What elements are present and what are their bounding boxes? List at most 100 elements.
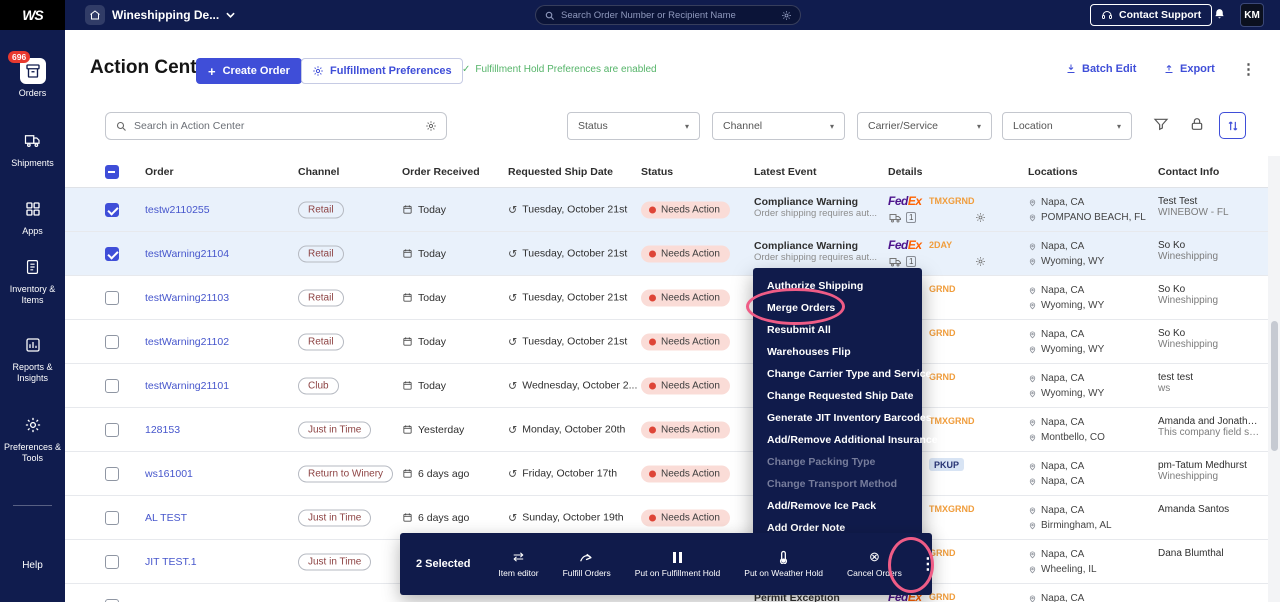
row-settings-gear-icon[interactable]: [975, 256, 986, 267]
order-link[interactable]: JIT TEST.1: [145, 556, 197, 568]
requested-ship-date-cell: ↺ Tuesday, October 21st: [508, 247, 627, 260]
menu-item-resubmit-all[interactable]: Resubmit All: [753, 319, 922, 341]
sidebar-item-inventory-items[interactable]: Inventory & Items: [0, 254, 65, 306]
row-checkbox[interactable]: [105, 467, 119, 481]
order-link[interactable]: testWarning21102: [145, 336, 229, 348]
channel-filter-dropdown[interactable]: Channel▾: [712, 112, 845, 140]
global-search-input[interactable]: [561, 10, 775, 21]
menu-item-add-remove-ice-pack[interactable]: Add/Remove Ice Pack: [753, 495, 922, 517]
row-checkbox[interactable]: [105, 423, 119, 437]
action-center-search-input[interactable]: [134, 120, 418, 132]
sidebar-item-orders[interactable]: 696 Orders: [0, 58, 65, 99]
row-checkbox[interactable]: [105, 555, 119, 569]
scrollbar-thumb[interactable]: [1271, 321, 1278, 451]
location-filter-dropdown[interactable]: Location▾: [1002, 112, 1132, 140]
status-badge: Needs Action: [641, 289, 730, 306]
sort-toggle-button[interactable]: [1219, 112, 1246, 139]
company-name: Wineshipping De...: [112, 8, 219, 22]
sidebar-item-help[interactable]: Help: [0, 560, 65, 571]
row-checkbox[interactable]: [105, 511, 119, 525]
location-pin-icon: [1028, 593, 1037, 602]
item-editor-button[interactable]: ⇄Item editor: [486, 550, 550, 578]
create-order-button[interactable]: + Create Order: [196, 58, 302, 84]
search-settings-icon[interactable]: [781, 10, 792, 21]
column-header-status[interactable]: Status: [641, 166, 673, 178]
company-selector[interactable]: Wineshipping De...: [85, 4, 235, 26]
order-received-cell: Today: [402, 204, 446, 216]
gear-icon: [312, 65, 324, 77]
order-link[interactable]: testWarning21101: [145, 380, 229, 392]
row-checkbox[interactable]: [105, 335, 119, 349]
column-header-requested-ship-date[interactable]: Requested Ship Date: [508, 166, 613, 178]
more-actions-button[interactable]: ⋮: [914, 554, 942, 574]
order-link[interactable]: testWarning21104: [145, 248, 229, 260]
select-all-checkbox[interactable]: [105, 165, 119, 179]
order-link[interactable]: AL TEST: [145, 512, 187, 524]
row-settings-gear-icon[interactable]: [975, 212, 986, 223]
sidebar-item-preferences-tools[interactable]: Preferences & Tools: [0, 412, 65, 464]
apps-icon: [20, 196, 46, 222]
sidebar-item-shipments[interactable]: Shipments: [0, 128, 65, 169]
search-settings-icon[interactable]: [425, 120, 437, 132]
order-link[interactable]: ws161001: [145, 468, 193, 480]
row-checkbox[interactable]: [105, 203, 119, 217]
order-received-cell: 6 days ago: [402, 468, 469, 480]
row-checkbox[interactable]: [105, 379, 119, 393]
sidebar-item-apps[interactable]: Apps: [0, 196, 65, 237]
lock-icon[interactable]: [1189, 116, 1205, 137]
channel-pill: Retail: [298, 289, 344, 306]
action-center-search[interactable]: [105, 112, 447, 140]
put-on-weather-hold-button[interactable]: Put on Weather Hold: [732, 550, 835, 578]
column-header-locations[interactable]: Locations: [1028, 166, 1078, 178]
sidebar-item-reports-insights[interactable]: Reports & Insights: [0, 332, 65, 384]
order-received-cell: Today: [402, 248, 446, 260]
menu-item-authorize-shipping[interactable]: Authorize Shipping: [753, 275, 922, 297]
fulfill-orders-button[interactable]: Fulfill Orders: [551, 550, 623, 578]
calendar-icon: [402, 336, 413, 347]
header-more-button[interactable]: ⋮: [1241, 60, 1256, 78]
location-pin-icon: [1028, 256, 1037, 267]
status-filter-dropdown[interactable]: Status▾: [567, 112, 700, 140]
put-on-fulfillment-hold-button[interactable]: Put on Fulfillment Hold: [623, 550, 733, 578]
menu-item-change-requested-ship-date[interactable]: Change Requested Ship Date: [753, 385, 922, 407]
menu-item-add-remove-additional-insurance[interactable]: Add/Remove Additional Insurance: [753, 429, 922, 451]
order-link[interactable]: testw2110255: [145, 204, 210, 216]
menu-item-generate-jit-inventory-barcodes[interactable]: Generate JIT Inventory Barcodes: [753, 407, 922, 429]
fulfillment-preferences-button[interactable]: Fulfillment Preferences: [301, 58, 463, 84]
column-header-channel[interactable]: Channel: [298, 166, 339, 178]
filter-funnel-icon[interactable]: [1153, 116, 1169, 137]
batch-edit-button[interactable]: Batch Edit: [1065, 63, 1136, 75]
menu-item-change-carrier-type-and-service[interactable]: Change Carrier Type and Service: [753, 363, 922, 385]
carrier-filter-dropdown[interactable]: Carrier/Service▾: [857, 112, 992, 140]
row-checkbox[interactable]: [105, 291, 119, 305]
global-search[interactable]: [535, 5, 801, 25]
column-header-details[interactable]: Details: [888, 166, 922, 178]
history-icon: ↺: [508, 335, 517, 348]
history-icon: ↺: [508, 203, 517, 216]
contact-support-button[interactable]: Contact Support: [1090, 4, 1212, 26]
menu-item-merge-orders[interactable]: Merge Orders: [753, 297, 922, 319]
app-window: WS Wineshipping De... Contact Support KM…: [0, 0, 1280, 602]
column-header-contact-info[interactable]: Contact Info: [1158, 166, 1219, 178]
status-dot: [649, 514, 656, 521]
table-row: testWarning21103 Retail Today ↺ Tuesday,…: [65, 276, 1268, 320]
user-avatar[interactable]: KM: [1240, 3, 1264, 27]
order-received-cell: Today: [402, 380, 446, 392]
cancel-orders-button[interactable]: ⊗Cancel Orders: [835, 550, 914, 578]
contact-info-cell: pm-Tatum Medhurst Wineshipping: [1158, 460, 1263, 482]
locations-cell: Napa, CA Wyoming, WY: [1028, 371, 1104, 401]
history-icon: ↺: [508, 423, 517, 436]
order-link[interactable]: 128153: [145, 424, 180, 436]
column-header-latest-event[interactable]: Latest Event: [754, 166, 816, 178]
row-checkbox[interactable]: [105, 247, 119, 261]
status-badge: Needs Action: [641, 377, 730, 394]
order-link[interactable]: testWarning21103: [145, 292, 229, 304]
selected-count: 2 Selected: [400, 558, 486, 570]
column-header-order-received[interactable]: Order Received: [402, 166, 480, 178]
search-icon: [544, 10, 555, 21]
status-badge: Needs Action: [641, 201, 730, 218]
column-header-order[interactable]: Order: [145, 166, 174, 178]
notifications-bell-icon[interactable]: [1213, 7, 1226, 26]
export-button[interactable]: Export: [1163, 63, 1215, 75]
menu-item-warehouses-flip[interactable]: Warehouses Flip: [753, 341, 922, 363]
